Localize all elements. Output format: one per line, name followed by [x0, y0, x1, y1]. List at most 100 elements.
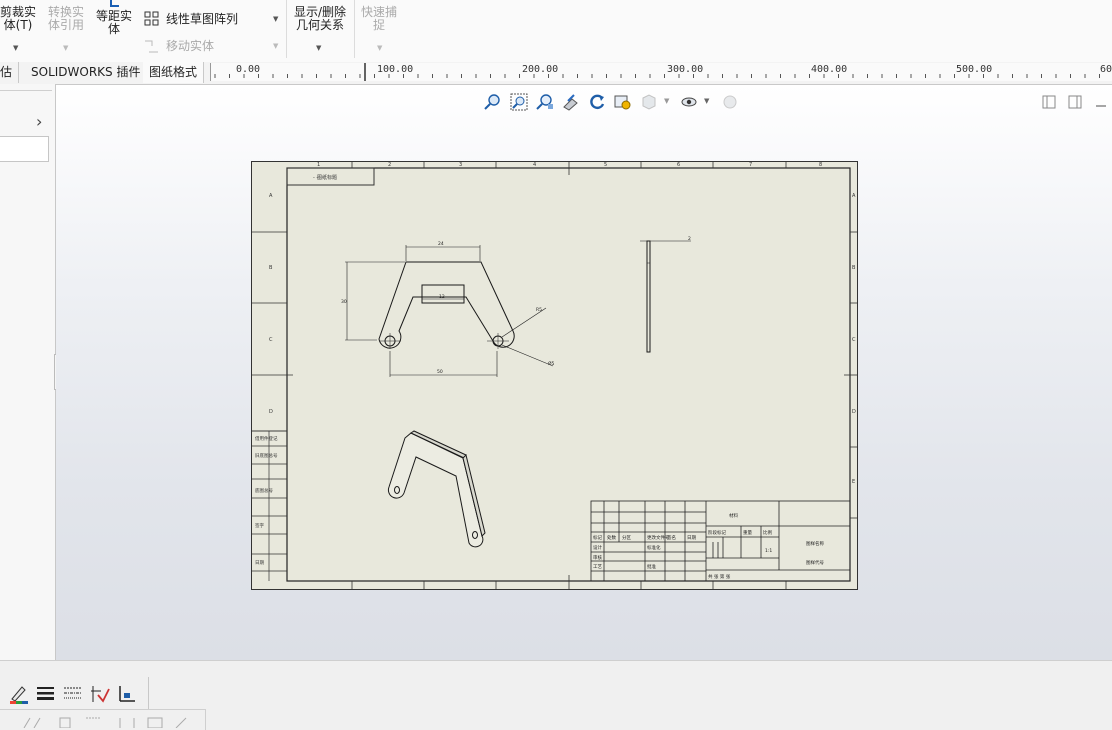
horizontal-ruler: 0.00 100.00 200.00 300.00 400.00 500.00 …	[210, 63, 1112, 81]
svg-text:3: 3	[459, 162, 462, 168]
svg-text:A: A	[269, 193, 273, 199]
ruler-label: 60	[1100, 64, 1112, 75]
chevron-right-icon[interactable]: ›	[36, 112, 42, 131]
trim-entities-label: 剪裁实体(T)	[0, 5, 36, 32]
line-style-icon[interactable]	[62, 683, 84, 705]
convert-entities-label: 转换实体引用	[47, 5, 84, 32]
move-entities-icon	[145, 40, 158, 52]
line-thickness-icon[interactable]	[35, 683, 57, 705]
minimize-window-icon[interactable]	[1094, 95, 1108, 109]
feature-manager-panel: ›	[0, 84, 64, 660]
svg-text:2: 2	[688, 236, 691, 242]
dim-hole: Ø5	[548, 360, 555, 367]
linear-pattern-caret[interactable]: ▼	[273, 15, 278, 23]
ruler-label: 400.00	[811, 64, 848, 75]
svg-text:D: D	[269, 409, 273, 415]
tb-scale-value: 1:1	[765, 548, 772, 554]
display-style-caret[interactable]: ▼	[664, 97, 669, 105]
trim-dropdown-caret[interactable]: ▼	[13, 44, 18, 52]
linear-sketch-pattern-button[interactable]: 线性草图阵列	[144, 10, 238, 27]
linear-pattern-label: 线性草图阵列	[166, 12, 239, 26]
tb-drawing-no: 图样代号	[806, 559, 824, 566]
left-strip-text: 日期	[255, 560, 264, 566]
svg-text:7: 7	[749, 162, 752, 168]
rotate-view-icon[interactable]	[588, 93, 606, 111]
tb-standard: 标准化	[647, 544, 661, 551]
svg-text:C: C	[269, 337, 273, 343]
tab-sheet-format-label: 图纸格式	[149, 65, 198, 79]
linear-pattern-icon	[144, 11, 159, 25]
hide-show-items-icon[interactable]	[680, 93, 698, 111]
svg-text:B: B	[269, 265, 273, 271]
svg-text:8: 8	[819, 162, 822, 168]
hide-show-edges-icon[interactable]	[89, 683, 111, 705]
view-settings-icon[interactable]	[614, 93, 632, 111]
dim-height: 30	[341, 299, 347, 305]
tb-weight: 重量	[743, 529, 752, 536]
tb-material: 材料	[729, 512, 738, 519]
hide-show-caret[interactable]: ▼	[704, 97, 709, 105]
tb-drawing-name: 图样名称	[806, 540, 824, 547]
tab-evaluate-label: 估	[0, 65, 13, 79]
left-strip-text: 旧底图总号	[255, 452, 278, 459]
tb-date: 日期	[687, 535, 696, 541]
drawing-sheet[interactable]: - - 图纸标题 借用件登记 旧底图总号 底图总号 签字 日期 ABCD ABC…	[251, 161, 858, 590]
left-strip-text: 底图总号	[255, 487, 273, 494]
svg-text:A: A	[852, 193, 856, 199]
left-strip-text: 签字	[255, 522, 264, 529]
relations-dropdown-caret[interactable]: ▼	[316, 44, 321, 52]
convert-entities-button[interactable]: 转换实体引用	[46, 6, 90, 32]
drawing-sheet-graphic: - - 图纸标题 借用件登记 旧底图总号 底图总号 签字 日期 ABCD ABC…	[251, 161, 858, 590]
tab-solidworks-addins[interactable]: SOLIDWORKS 插件	[25, 62, 148, 83]
move-entities-caret[interactable]: ▼	[273, 42, 278, 50]
svg-text:D: D	[852, 409, 856, 415]
tb-approve: 批准	[647, 563, 656, 570]
tb-process: 工艺	[593, 564, 602, 570]
command-manager-ribbon: 剪裁实体(T) ▼ 转换实体引用 ▼ 等距实体 线性草图阵列 ▼ 移动实体 ▼ …	[0, 0, 1112, 63]
svg-text:4: 4	[533, 162, 536, 168]
svg-text:5: 5	[604, 162, 607, 168]
ruler-label: 300.00	[667, 64, 704, 75]
ruler-label: 100.00	[377, 64, 414, 75]
ribbon-separator	[286, 0, 287, 58]
tb-count: 处数	[607, 534, 616, 541]
zoom-to-fit-icon[interactable]	[484, 93, 502, 111]
section-view-icon[interactable]	[562, 93, 580, 111]
rapid-snaps-label: 快速捕捉	[360, 5, 397, 32]
previous-view-icon[interactable]	[536, 93, 554, 111]
trim-entities-button[interactable]: 剪裁实体(T)	[0, 6, 42, 32]
tab-evaluate[interactable]: 估	[0, 62, 20, 83]
filter-input[interactable]	[0, 136, 49, 162]
line-color-icon[interactable]	[8, 683, 30, 705]
convert-dropdown-caret[interactable]: ▼	[63, 44, 68, 52]
svg-text:2: 2	[388, 162, 391, 168]
display-style-icon[interactable]	[640, 93, 658, 111]
rapid-snaps-button[interactable]: 快速捕捉	[359, 6, 403, 32]
tb-design: 设计	[593, 544, 602, 551]
ribbon-separator	[354, 0, 355, 58]
header-label: 图纸标题	[317, 174, 337, 181]
restore-window-icon[interactable]	[1042, 95, 1056, 109]
color-display-mode-icon[interactable]	[116, 683, 138, 705]
tile-window-icon[interactable]	[1068, 95, 1082, 109]
tab-sheet-format[interactable]: 图纸格式	[143, 62, 205, 83]
offset-entities-label: 等距实体	[95, 9, 132, 36]
svg-text:1: 1	[317, 162, 320, 168]
dim-bottom-width: 50	[437, 369, 443, 375]
offset-entities-button[interactable]: 等距实体	[94, 0, 136, 36]
dim-inner-width: 12	[439, 294, 445, 300]
tb-sheet: 共 张 第 张	[708, 573, 731, 580]
display-delete-relations-label: 显示/删除几何关系	[293, 5, 347, 32]
move-entities-label: 移动实体	[166, 39, 215, 53]
zoom-to-area-icon[interactable]	[510, 93, 528, 111]
toolbar-divider	[148, 677, 149, 709]
dim-radius: R5	[536, 307, 542, 313]
ruler-label: 500.00	[956, 64, 993, 75]
move-entities-button[interactable]: 移动实体	[144, 37, 214, 54]
display-delete-relations-button[interactable]: 显示/删除几何关系	[290, 6, 350, 32]
appearance-icon[interactable]	[721, 93, 739, 111]
tb-check: 审核	[593, 554, 602, 561]
panel-divider-line	[0, 90, 52, 91]
rapid-snaps-caret[interactable]: ▼	[377, 44, 382, 52]
tb-scale: 比例	[763, 529, 772, 536]
